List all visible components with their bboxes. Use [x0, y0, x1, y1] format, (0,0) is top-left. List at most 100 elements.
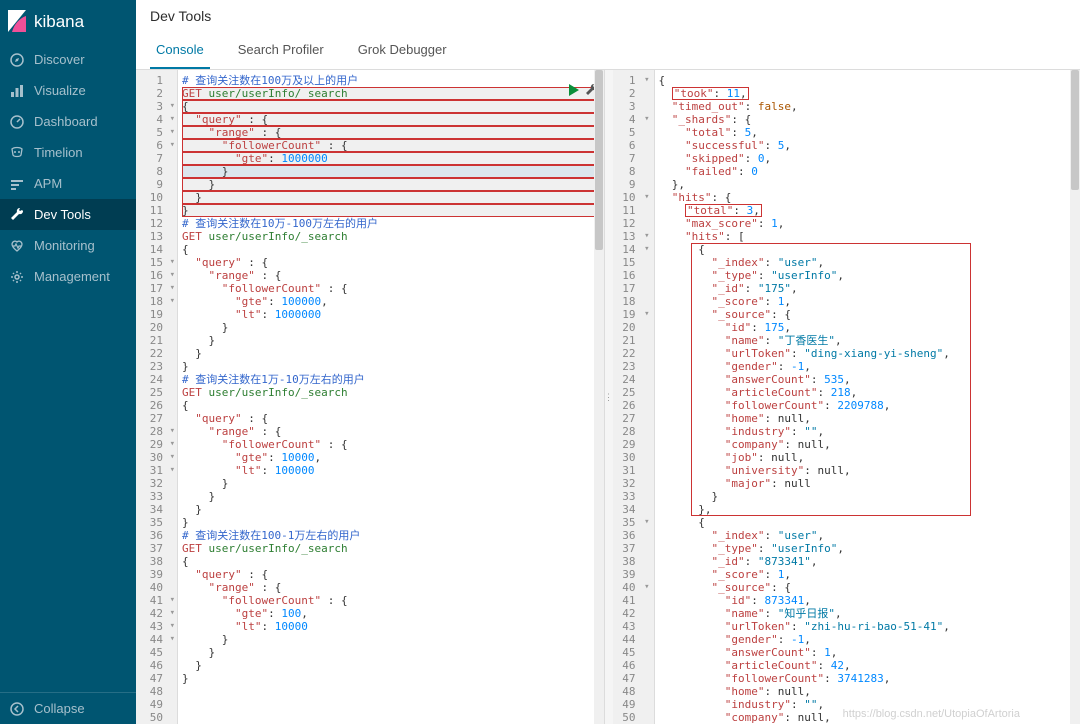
- response-line[interactable]: "skipped": 0,: [659, 152, 1080, 165]
- response-line[interactable]: "home": null,: [659, 685, 1080, 698]
- response-line[interactable]: "company": null,: [659, 438, 1080, 451]
- editor-line[interactable]: "range" : {: [182, 269, 604, 282]
- response-line[interactable]: "_index": "user",: [659, 529, 1080, 542]
- sidebar-item-visualize[interactable]: Visualize: [0, 75, 136, 106]
- sidebar-item-monitoring[interactable]: Monitoring: [0, 230, 136, 261]
- editor-line[interactable]: }: [182, 646, 604, 659]
- editor-line[interactable]: GET user/userInfo/_search: [182, 386, 604, 399]
- fold-toggle[interactable]: ▾: [170, 126, 175, 139]
- editor-line[interactable]: }: [182, 672, 604, 685]
- fold-toggle[interactable]: ▾: [644, 308, 649, 321]
- editor-line[interactable]: "followerCount" : {: [182, 139, 604, 152]
- response-line[interactable]: "job": null,: [659, 451, 1080, 464]
- editor-line[interactable]: }: [182, 633, 604, 646]
- editor-line[interactable]: "query" : {: [182, 568, 604, 581]
- editor-line[interactable]: }: [182, 204, 604, 217]
- tab-search-profiler[interactable]: Search Profiler: [232, 32, 330, 69]
- response-line[interactable]: "_type": "userInfo",: [659, 542, 1080, 555]
- response-line[interactable]: "id": 873341,: [659, 594, 1080, 607]
- fold-toggle[interactable]: ▾: [644, 191, 649, 204]
- editor-line[interactable]: # 查询关注数在100-1万左右的用户: [182, 529, 604, 542]
- editor-line[interactable]: }: [182, 178, 604, 191]
- fold-toggle[interactable]: ▾: [170, 100, 175, 113]
- response-line[interactable]: "urlToken": "ding-xiang-yi-sheng",: [659, 347, 1080, 360]
- sidebar-item-discover[interactable]: Discover: [0, 44, 136, 75]
- editor-line[interactable]: # 查询关注数在1万-10万左右的用户: [182, 373, 604, 386]
- editor-pane[interactable]: 123▾4▾5▾6▾789101112131415▾16▾17▾18▾19202…: [136, 70, 605, 724]
- fold-toggle[interactable]: ▾: [170, 438, 175, 451]
- response-line[interactable]: },: [659, 503, 1080, 516]
- response-line[interactable]: {: [659, 74, 1080, 87]
- editor-line[interactable]: "range" : {: [182, 425, 604, 438]
- response-line[interactable]: "max_score": 1,: [659, 217, 1080, 230]
- response-line[interactable]: "timed_out": false,: [659, 100, 1080, 113]
- response-line[interactable]: "_score": 1,: [659, 568, 1080, 581]
- editor-line[interactable]: "lt": 10000: [182, 620, 604, 633]
- response-line[interactable]: "gender": -1,: [659, 633, 1080, 646]
- editor-line[interactable]: GET user/userInfo/_search: [182, 87, 604, 100]
- sidebar-item-management[interactable]: Management: [0, 261, 136, 292]
- sidebar-item-timelion[interactable]: Timelion: [0, 137, 136, 168]
- response-line[interactable]: "hits": [: [659, 230, 1080, 243]
- collapse-button[interactable]: Collapse: [0, 692, 136, 724]
- fold-toggle[interactable]: ▾: [170, 451, 175, 464]
- fold-toggle[interactable]: ▾: [170, 594, 175, 607]
- fold-toggle[interactable]: ▾: [170, 607, 175, 620]
- response-line[interactable]: "university": null,: [659, 464, 1080, 477]
- response-line[interactable]: }: [659, 490, 1080, 503]
- sidebar-item-apm[interactable]: APM: [0, 168, 136, 199]
- fold-toggle[interactable]: ▾: [170, 139, 175, 152]
- fold-toggle[interactable]: ▾: [170, 425, 175, 438]
- editor-line[interactable]: "gte": 100,: [182, 607, 604, 620]
- fold-toggle[interactable]: ▾: [644, 230, 649, 243]
- editor-line[interactable]: }: [182, 477, 604, 490]
- editor-line[interactable]: GET user/userInfo/_search: [182, 230, 604, 243]
- fold-toggle[interactable]: ▾: [170, 256, 175, 269]
- response-line[interactable]: "_score": 1,: [659, 295, 1080, 308]
- response-line[interactable]: "hits": {: [659, 191, 1080, 204]
- fold-toggle[interactable]: ▾: [170, 282, 175, 295]
- response-code[interactable]: { "took": 11, "timed_out": false, "_shar…: [655, 70, 1080, 724]
- response-line[interactable]: "articleCount": 42,: [659, 659, 1080, 672]
- editor-line[interactable]: {: [182, 555, 604, 568]
- response-line[interactable]: "home": null,: [659, 412, 1080, 425]
- fold-toggle[interactable]: ▾: [644, 516, 649, 529]
- response-line[interactable]: "gender": -1,: [659, 360, 1080, 373]
- response-line[interactable]: "answerCount": 1,: [659, 646, 1080, 659]
- fold-toggle[interactable]: ▾: [644, 113, 649, 126]
- fold-toggle[interactable]: ▾: [170, 113, 175, 126]
- response-line[interactable]: "took": 11,: [659, 87, 1080, 100]
- response-line[interactable]: "id": 175,: [659, 321, 1080, 334]
- sidebar-item-dashboard[interactable]: Dashboard: [0, 106, 136, 137]
- response-line[interactable]: {: [659, 516, 1080, 529]
- editor-line[interactable]: }: [182, 321, 604, 334]
- tab-console[interactable]: Console: [150, 32, 210, 69]
- fold-toggle[interactable]: ▾: [644, 243, 649, 256]
- response-line[interactable]: "_index": "user",: [659, 256, 1080, 269]
- response-line[interactable]: {: [659, 243, 1080, 256]
- editor-code[interactable]: # 查询关注数在100万及以上的用户GET user/userInfo/_sea…: [178, 70, 604, 724]
- response-line[interactable]: "company": null,: [659, 711, 1080, 724]
- editor-line[interactable]: "lt": 100000: [182, 464, 604, 477]
- editor-line[interactable]: "range" : {: [182, 581, 604, 594]
- editor-line[interactable]: "followerCount" : {: [182, 438, 604, 451]
- response-scrollbar[interactable]: [1070, 70, 1080, 724]
- fold-toggle[interactable]: ▾: [644, 74, 649, 87]
- response-line[interactable]: "total": 3,: [659, 204, 1080, 217]
- response-line[interactable]: "_source": {: [659, 308, 1080, 321]
- editor-line[interactable]: "query" : {: [182, 256, 604, 269]
- editor-line[interactable]: }: [182, 490, 604, 503]
- editor-line[interactable]: }: [182, 334, 604, 347]
- editor-line[interactable]: "gte": 100000,: [182, 295, 604, 308]
- run-button[interactable]: [568, 84, 580, 99]
- editor-line[interactable]: {: [182, 399, 604, 412]
- editor-line[interactable]: {: [182, 100, 604, 113]
- response-line[interactable]: "answerCount": 535,: [659, 373, 1080, 386]
- editor-line[interactable]: "query" : {: [182, 113, 604, 126]
- response-line[interactable]: "name": "丁香医生",: [659, 334, 1080, 347]
- response-line[interactable]: },: [659, 178, 1080, 191]
- response-line[interactable]: "_id": "175",: [659, 282, 1080, 295]
- pane-splitter[interactable]: ⋮: [605, 70, 613, 724]
- editor-line[interactable]: }: [182, 165, 604, 178]
- fold-toggle[interactable]: ▾: [170, 464, 175, 477]
